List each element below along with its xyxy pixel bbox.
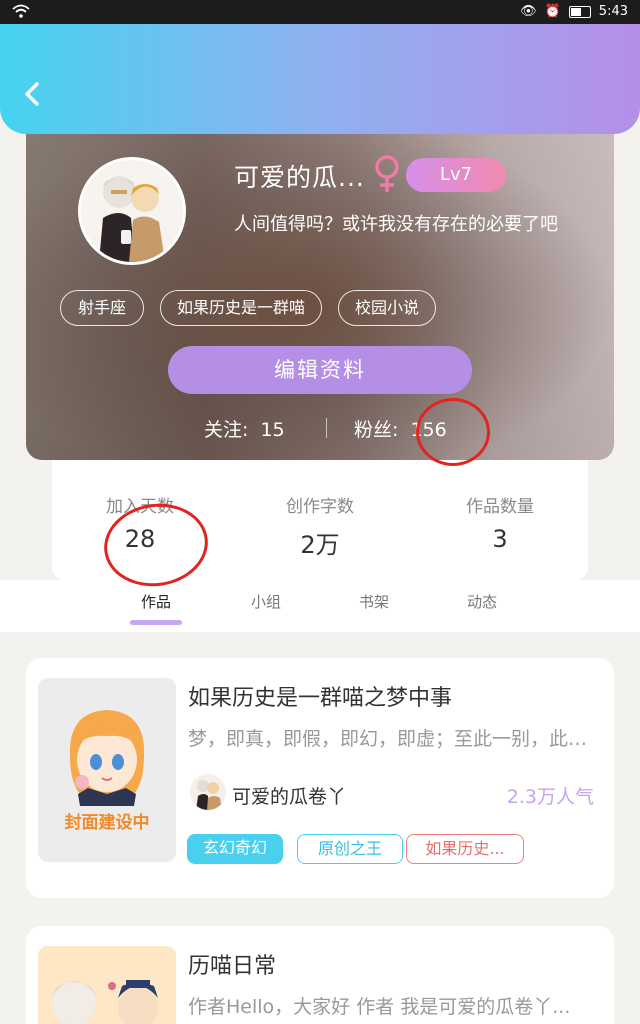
back-arrow-icon[interactable] — [18, 79, 48, 109]
status-time: 5:43 — [598, 4, 628, 19]
work-card[interactable]: 封面建设中 如果历史是一群喵之梦中事 梦，即真，即假，即幻，即虚；至此一别，此生… — [26, 658, 614, 898]
work-tag-fantasy[interactable]: 玄幻奇幻 — [187, 834, 283, 864]
stat-label: 加入天数 — [106, 497, 174, 517]
cover-illustration-icon — [38, 946, 176, 1024]
work-card[interactable]: 历喵日常 作者Hello，大家好 作者 我是可爱的瓜卷丫... — [26, 926, 614, 1024]
author-name[interactable]: 可爱的瓜卷丫 — [232, 782, 346, 809]
fans-count: 156 — [410, 419, 447, 441]
stat-value: 3 — [492, 525, 508, 553]
work-tag-series[interactable]: 如果历史... — [406, 834, 524, 864]
tab-bar: 作品 小组 书架 动态 — [0, 580, 640, 632]
profile-tag-zodiac[interactable]: 射手座 — [60, 290, 144, 326]
tab-bookshelf[interactable]: 书架 — [344, 591, 404, 612]
avatar-illustration-icon — [81, 160, 183, 262]
eye-icon: 👁 — [520, 4, 537, 19]
username: 可爱的瓜... — [234, 163, 365, 192]
work-title[interactable]: 历喵日常 — [188, 948, 276, 980]
tab-works[interactable]: 作品 — [126, 591, 186, 612]
alarm-icon: ⏰ — [544, 4, 561, 19]
stat-work-count: 作品数量 3 — [430, 492, 570, 553]
author-avatar — [190, 774, 226, 810]
work-cover[interactable] — [38, 946, 176, 1024]
stat-join-days: 加入天数 28 — [70, 492, 210, 553]
tab-groups[interactable]: 小组 — [236, 591, 296, 612]
status-bar: 👁 ⏰ 5:43 — [0, 0, 640, 24]
stat-label: 作品数量 — [466, 497, 534, 517]
fans-stat[interactable]: 粉丝: 156 — [354, 415, 447, 442]
stat-value: 28 — [124, 525, 156, 553]
work-title[interactable]: 如果历史是一群喵之梦中事 — [188, 680, 452, 712]
tab-activity[interactable]: 动态 — [452, 591, 512, 612]
battery-icon — [568, 5, 591, 18]
work-description: 作者Hello，大家好 作者 我是可爱的瓜卷丫... — [188, 996, 571, 1018]
stat-value: 2万 — [300, 531, 340, 559]
stat-word-count: 创作字数 2万 — [250, 492, 390, 560]
author-avatar-illustration-icon — [190, 774, 226, 810]
edit-profile-button[interactable]: 编辑资料 — [168, 346, 472, 394]
profile-tag-genre[interactable]: 校园小说 — [338, 290, 436, 326]
stats-panel: 加入天数 28 创作字数 2万 作品数量 3 — [52, 460, 588, 580]
fans-label: 粉丝: — [354, 419, 399, 441]
work-cover[interactable]: 封面建设中 — [38, 678, 176, 862]
level-badge: Lv7 — [406, 158, 506, 192]
following-label: 关注: — [204, 419, 249, 441]
header-bar — [0, 24, 640, 134]
profile-card: 可爱的瓜... Lv7 人间值得吗？或许我没有存在的必要了吧 射手座 如果历史是… — [26, 110, 614, 460]
cover-status-text: 封面建设中 — [64, 813, 150, 833]
popularity-count: 2.3万人气 — [506, 786, 594, 808]
follow-divider — [326, 418, 327, 438]
following-count: 15 — [260, 419, 285, 441]
following-stat[interactable]: 关注: 15 — [204, 415, 285, 442]
avatar[interactable] — [78, 157, 186, 265]
cover-placeholder-illustration-icon — [69, 710, 145, 806]
active-tab-indicator — [130, 620, 182, 625]
work-description: 梦，即真，即假，即幻，即虚；至此一别，此生便再也见不到了 — [188, 728, 606, 750]
work-tag-original[interactable]: 原创之王 — [297, 834, 403, 864]
profile-tag-series[interactable]: 如果历史是一群喵 — [160, 290, 322, 326]
stat-label: 创作字数 — [286, 497, 354, 517]
female-gender-icon — [375, 155, 399, 192]
wifi-icon — [12, 4, 30, 18]
user-bio: 人间值得吗？或许我没有存在的必要了吧 — [234, 214, 558, 235]
